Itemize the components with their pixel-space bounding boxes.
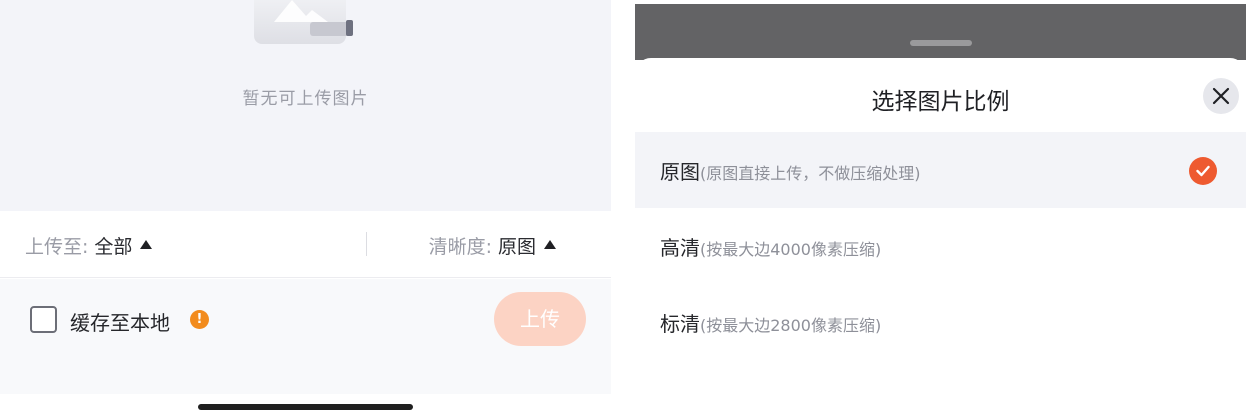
option-description: (按最大边2800像素压缩) — [700, 316, 882, 335]
option-label: 原图 — [660, 160, 700, 184]
upload-to-value: 全部 — [94, 236, 133, 258]
sheet-title: 选择图片比例 — [871, 89, 1010, 115]
ratio-picker-panel: 选择图片比例 原图(原图直接上传，不做压缩处理) 高清(按最大边4000像素压缩… — [635, 4, 1246, 420]
option-description: (原图直接上传，不做压缩处理) — [700, 164, 921, 183]
filter-bar: 上传至: 全部 清晰度: 原图 — [0, 211, 611, 278]
upload-destination-dropdown[interactable]: 上传至: 全部 — [25, 232, 153, 259]
close-icon — [1212, 87, 1230, 105]
bottom-sheet: 选择图片比例 原图(原图直接上传，不做压缩处理) 高清(按最大边4000像素压缩… — [635, 58, 1246, 420]
caret-up-icon — [544, 240, 556, 249]
cache-locally-label: 缓存至本地 — [70, 311, 170, 335]
check-icon — [1189, 157, 1217, 185]
empty-state: 暂无可上传图片 — [0, 0, 611, 211]
option-sd[interactable]: 标清(按最大边2800像素压缩) — [635, 284, 1246, 360]
empty-message: 暂无可上传图片 — [242, 89, 369, 109]
caret-up-icon — [140, 240, 153, 249]
option-hd[interactable]: 高清(按最大边4000像素压缩) — [635, 208, 1246, 284]
sheet-grabber[interactable] — [910, 40, 972, 46]
option-text: 原图(原图直接上传，不做压缩处理) — [660, 156, 921, 185]
close-button[interactable] — [1203, 78, 1239, 114]
upload-button[interactable]: 上传 — [494, 292, 586, 346]
dim-overlay[interactable] — [635, 4, 1246, 60]
quality-value: 原图 — [497, 236, 536, 258]
option-label: 高清 — [660, 236, 700, 260]
upload-to-label: 上传至: — [25, 236, 89, 258]
option-label: 标清 — [660, 312, 700, 336]
option-description: (按最大边4000像素压缩) — [700, 240, 882, 259]
home-indicator — [198, 404, 413, 410]
option-text: 标清(按最大边2800像素压缩) — [660, 308, 881, 337]
option-original[interactable]: 原图(原图直接上传，不做压缩处理) — [635, 132, 1246, 208]
quality-dropdown[interactable]: 清晰度: 原图 — [429, 232, 556, 259]
upload-panel: 暂无可上传图片 上传至: 全部 清晰度: 原图 缓存至本地 ! 上传 — [0, 0, 611, 420]
filter-divider — [366, 232, 367, 256]
image-placeholder-icon — [254, 0, 353, 44]
cache-locally-checkbox[interactable] — [30, 306, 57, 333]
option-text: 高清(按最大边4000像素压缩) — [660, 232, 881, 261]
action-bar: 缓存至本地 ! 上传 — [0, 279, 611, 394]
quality-label: 清晰度: — [428, 236, 492, 258]
warning-icon[interactable]: ! — [190, 310, 209, 329]
screen: 暂无可上传图片 上传至: 全部 清晰度: 原图 缓存至本地 ! 上传 选择图片比… — [0, 0, 1246, 420]
